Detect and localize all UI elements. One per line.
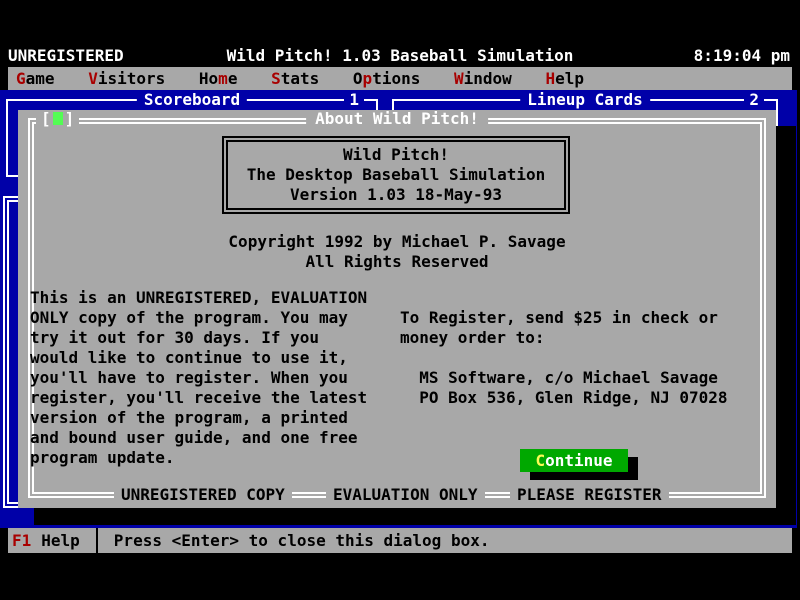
window-scoreboard-number: 1 [344, 90, 364, 110]
program-info-box: Wild Pitch! The Desktop Baseball Simulat… [222, 136, 570, 214]
window-titlebar: UNREGISTERED Wild Pitch! 1.03 Baseball S… [0, 45, 800, 67]
evaluation-notice-text: This is an UNREGISTERED, EVALUATION ONLY… [30, 288, 367, 468]
menu-bar: Game Visitors Home Stats Options Window … [8, 67, 792, 90]
f1-help-shortcut[interactable]: F1 [12, 531, 31, 550]
app-title: Wild Pitch! 1.03 Baseball Simulation [0, 45, 800, 67]
dialog-shadow-bottom [34, 508, 796, 525]
status-message: Press <Enter> to close this dialog box. [114, 531, 490, 550]
window-lineup-cards-number: 2 [744, 90, 764, 110]
window-lineup-cards-title[interactable]: Lineup Cards [520, 90, 650, 110]
status-divider [96, 528, 98, 553]
program-version: Version 1.03 18-May-93 [228, 185, 564, 205]
menu-help[interactable]: Help [545, 67, 584, 90]
menu-stats[interactable]: Stats [271, 67, 319, 90]
status-bar: F1 Help Press <Enter> to close this dialog… [8, 528, 792, 553]
close-icon[interactable]: [] [36, 110, 79, 128]
close-box-glyph [53, 112, 63, 125]
continue-button[interactable]: Continue [520, 449, 628, 472]
dialog-shadow-right [776, 126, 796, 524]
copyright-line2: All Rights Reserved [18, 252, 776, 272]
copyright-line1: Copyright 1992 by Michael P. Savage [18, 232, 776, 252]
dialog-title: About Wild Pitch! [306, 110, 488, 128]
window-scoreboard-title[interactable]: Scoreboard [137, 90, 247, 110]
menu-home[interactable]: Home [199, 67, 238, 90]
app-screen: UNREGISTERED Wild Pitch! 1.03 Baseball S… [0, 0, 800, 600]
clock: 8:19:04 pm [694, 45, 790, 67]
footer-unregistered-copy: UNREGISTERED COPY [114, 486, 292, 504]
menu-options[interactable]: Options [353, 67, 420, 90]
copyright: Copyright 1992 by Michael P. Savage All … [18, 232, 776, 272]
menu-visitors[interactable]: Visitors [88, 67, 165, 90]
registration-address-text: To Register, send $25 in check or money … [400, 308, 728, 408]
program-name: Wild Pitch! [228, 145, 564, 165]
about-dialog: [] About Wild Pitch! Wild Pitch! The Des… [18, 110, 776, 508]
footer-please-register: PLEASE REGISTER [510, 486, 669, 504]
program-subtitle: The Desktop Baseball Simulation [228, 165, 564, 185]
footer-evaluation-only: EVALUATION ONLY [326, 486, 485, 504]
menu-window[interactable]: Window [454, 67, 512, 90]
help-label[interactable]: Help [41, 531, 80, 550]
menu-game[interactable]: Game [16, 67, 55, 90]
